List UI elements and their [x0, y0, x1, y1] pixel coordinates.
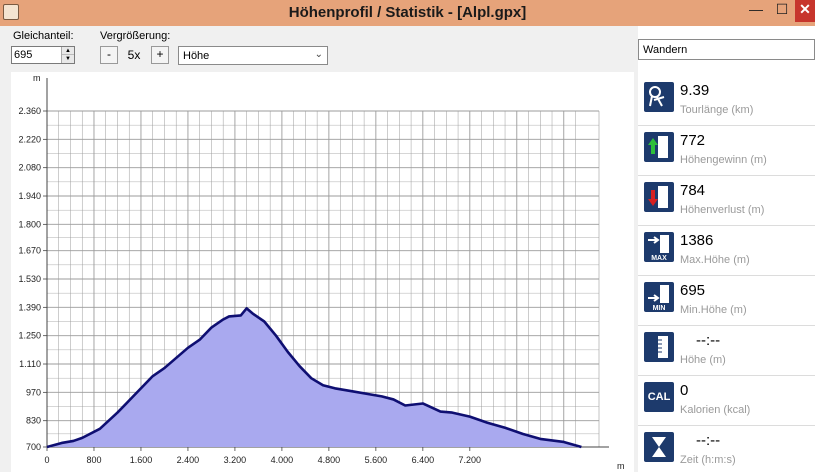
activity-value: Wandern [643, 44, 688, 56]
x-tick-label: 2.400 [177, 455, 200, 465]
y-tick-label: 830 [26, 416, 41, 426]
y-tick-label: 1.800 [18, 219, 41, 229]
stat-max: MAX 1386 Max.Höhe (m) [638, 226, 815, 276]
stat-value: 0 [680, 382, 689, 399]
stat-calories: CAL 0 Kalorien (kcal) [638, 376, 815, 426]
y-tick-label: 1.250 [18, 331, 41, 341]
x-tick-label: 4.000 [271, 455, 294, 465]
x-axis-label: m [617, 461, 625, 471]
stat-loss: 784 Höhenverlust (m) [638, 176, 815, 226]
stat-current-elevation: --:-- Höhe (m) [638, 326, 815, 376]
minimize-button[interactable]: — [745, 0, 767, 22]
offset-spinner[interactable]: 695 ▲ ▼ [11, 46, 75, 64]
x-tick-label: 5.600 [365, 455, 388, 465]
x-tick-label: 0 [44, 455, 49, 465]
x-tick-label: 4.800 [318, 455, 341, 465]
stat-min: MIN 695 Min.Höhe (m) [638, 276, 815, 326]
calories-icon: CAL [644, 382, 674, 412]
elevation-loss-icon [644, 182, 674, 212]
y-tick-label: 700 [26, 442, 41, 452]
stat-value: 772 [680, 132, 706, 149]
y-axis-label: m [33, 73, 41, 83]
stat-distance: 9.39 Tourlänge (km) [638, 76, 815, 126]
profile-type-value: Höhe [183, 50, 210, 62]
stat-label: Zeit (h:m:s) [680, 454, 736, 466]
stat-value: --:-- [696, 432, 721, 449]
stat-value: 784 [680, 182, 706, 199]
y-tick-label: 970 [26, 387, 41, 397]
zoom-value: 5x [127, 48, 141, 62]
y-tick-label: 2.080 [18, 163, 41, 173]
stat-value: 9.39 [680, 82, 710, 99]
spin-up-icon[interactable]: ▲ [62, 47, 74, 55]
y-tick-label: 1.670 [18, 246, 41, 256]
stat-value: 695 [680, 282, 706, 299]
elevation-chart[interactable]: 700 830 970 1.110 1.250 1.390 1.530 1.670 1.800 1… [11, 72, 634, 472]
hiker-distance-icon [644, 82, 674, 112]
zoom-label: Vergrößerung: [100, 30, 171, 42]
max-elevation-icon: MAX [644, 232, 674, 262]
svg-text:MAX: MAX [651, 255, 667, 262]
toolbar: Gleichanteil: 695 ▲ ▼ Vergrößerung: - 5x… [0, 26, 638, 72]
stat-label: Max.Höhe (m) [680, 254, 750, 266]
title-bar: Höhenprofil / Statistik - [Alpl.gpx] — ☐… [0, 0, 815, 26]
svg-text:MIN: MIN [653, 305, 666, 312]
x-tick-label: 3.200 [224, 455, 247, 465]
y-tick-label: 1.390 [18, 302, 41, 312]
stat-label: Höhe (m) [680, 354, 726, 366]
stat-label: Kalorien (kcal) [680, 404, 751, 416]
elevation-icon [644, 332, 674, 362]
stat-gain: 772 Höhengewinn (m) [638, 126, 815, 176]
activity-select[interactable]: Wandern [638, 39, 815, 60]
spinner-buttons: ▲ ▼ [61, 47, 74, 63]
min-elevation-icon: MIN [644, 282, 674, 312]
zoom-out-button[interactable]: - [100, 46, 118, 64]
chevron-down-icon: ⌄ [314, 49, 323, 60]
y-tick-label: 1.110 [19, 359, 41, 369]
elevation-gain-icon [644, 132, 674, 162]
y-tick-label: 2.220 [18, 134, 41, 144]
offset-label: Gleichanteil: [13, 30, 74, 42]
close-button[interactable]: ✕ [795, 0, 815, 22]
x-tick-label: 7.200 [459, 455, 482, 465]
stat-label: Höhengewinn (m) [680, 154, 767, 166]
zoom-in-button[interactable]: + [151, 46, 169, 64]
y-tick-label: 2.360 [18, 106, 41, 116]
x-tick-label: 1.600 [130, 455, 153, 465]
x-tick-label: 6.400 [412, 455, 435, 465]
chart-canvas: 700 830 970 1.110 1.250 1.390 1.530 1.670 1.800 1… [18, 73, 625, 471]
stat-label: Tourlänge (km) [680, 104, 754, 116]
stat-value: --:-- [696, 332, 721, 349]
y-tick-label: 1.940 [18, 191, 41, 201]
stat-label: Höhenverlust (m) [680, 204, 765, 216]
offset-value[interactable]: 695 [14, 49, 32, 61]
statistics-panel: Wandern 9.39 Tourlänge (km) 772 Höhengew… [638, 26, 815, 472]
spin-down-icon[interactable]: ▼ [62, 55, 74, 63]
x-tick-label: 800 [86, 455, 101, 465]
y-tick-label: 1.530 [18, 274, 41, 284]
stat-label: Min.Höhe (m) [680, 304, 747, 316]
profile-type-select[interactable]: Höhe ⌄ [178, 46, 328, 65]
stat-time: --:-- Zeit (h:m:s) [638, 426, 815, 472]
maximize-button[interactable]: ☐ [771, 0, 793, 22]
window-title: Höhenprofil / Statistik - [Alpl.gpx] [288, 4, 527, 21]
stat-value: 1386 [680, 232, 714, 249]
hourglass-icon [644, 432, 674, 462]
